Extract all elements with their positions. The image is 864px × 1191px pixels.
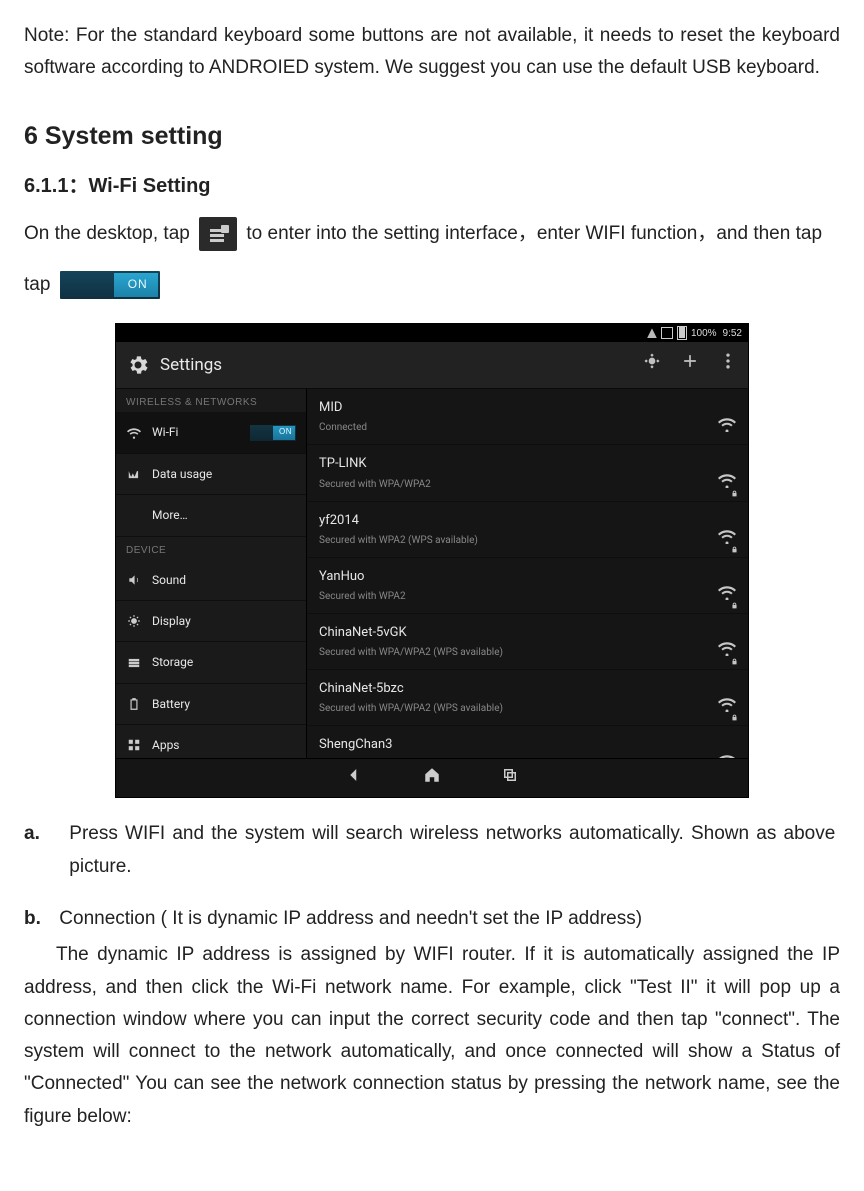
network-row[interactable]: ChinaNet-5bzcSecured with WPA/WPA2 (WPS … <box>307 670 748 726</box>
settings-content: WIRELESS & NETWORKS Wi-Fi Data usage Mor… <box>116 389 748 758</box>
label-a: a. <box>24 818 54 850</box>
sidebar: WIRELESS & NETWORKS Wi-Fi Data usage Mor… <box>116 389 307 758</box>
wifi-sidebar-toggle[interactable] <box>250 425 296 441</box>
network-row[interactable]: TP-LINKSecured with WPA/WPA2 <box>307 445 748 501</box>
fullscreen-icon <box>661 327 673 339</box>
network-row[interactable]: MIDConnected <box>307 389 748 445</box>
network-name: ChinaNet-5bzc <box>319 678 503 700</box>
wifi-signal-icon <box>718 466 736 480</box>
wifi-on-toggle-image <box>60 271 160 299</box>
wifi-icon <box>126 425 142 441</box>
sidebar-item-sound[interactable]: Sound <box>116 560 306 601</box>
settings-app-icon <box>199 217 237 251</box>
network-name: yf2014 <box>319 510 478 532</box>
network-row[interactable]: yf2014Secured with WPA2 (WPS available) <box>307 502 748 558</box>
sidebar-item-label: More… <box>152 505 188 525</box>
network-row[interactable]: ChinaNet-5vGKSecured with WPA/WPA2 (WPS … <box>307 614 748 670</box>
network-row[interactable]: ShengChan3WPS available <box>307 726 748 758</box>
back-button[interactable] <box>345 762 363 794</box>
network-row[interactable]: YanHuoSecured with WPA2 <box>307 558 748 614</box>
sidebar-item-label: Sound <box>152 570 186 590</box>
network-name: ShengChan3 <box>319 734 392 756</box>
sidebar-item-label: Wi-Fi <box>152 422 178 442</box>
label-b: b. <box>24 903 54 935</box>
tap-word: tap <box>24 274 56 295</box>
lock-badge-icon <box>731 475 738 482</box>
intro-before: On the desktop, tap <box>24 223 195 244</box>
wifi-signal-icon <box>718 690 736 704</box>
intro-mid: to enter into the setting interface，ente… <box>246 223 822 244</box>
list-item-b: b. Connection ( It is dynamic IP address… <box>24 903 840 935</box>
text-b-head: Connection ( It is dynamic IP address an… <box>59 908 642 929</box>
home-button[interactable] <box>423 762 441 794</box>
heading-6-1-1: 6.1.1：Wi-Fi Setting <box>24 169 840 203</box>
sidebar-item-storage[interactable]: Storage <box>116 642 306 683</box>
wifi-signal-icon <box>718 634 736 648</box>
recents-button[interactable] <box>501 762 519 794</box>
sidebar-header-device: DEVICE <box>116 537 306 560</box>
network-list: MIDConnectedTP-LINKSecured with WPA/WPA2… <box>307 389 748 758</box>
settings-screenshot: 100% 9:52 Settings WIRELESS & NETWORKS W… <box>115 323 749 798</box>
sidebar-item-apps[interactable]: Apps <box>116 725 306 758</box>
lock-badge-icon <box>731 643 738 650</box>
network-subtitle: Secured with WPA/WPA2 (WPS available) <box>319 644 503 661</box>
intro-tap-line: tap <box>24 269 840 301</box>
intro-paragraph: On the desktop, tap to enter into the se… <box>24 217 840 251</box>
text-b-body: The dynamic IP address is assigned by WI… <box>24 939 840 1133</box>
wifi-status-icon <box>647 328 657 338</box>
network-subtitle: Secured with WPA/WPA2 (WPS available) <box>319 700 503 717</box>
lock-badge-icon <box>731 699 738 706</box>
lock-badge-icon <box>731 587 738 594</box>
data-usage-icon <box>126 466 142 482</box>
wifi-signal-icon <box>718 578 736 592</box>
storage-icon <box>126 655 142 671</box>
clock: 9:52 <box>723 328 742 339</box>
list-item-a: a. Press WIFI and the system will search… <box>24 818 840 883</box>
sidebar-item-display[interactable]: Display <box>116 601 306 642</box>
heading-6: 6 System setting <box>24 115 840 158</box>
sound-icon <box>126 572 142 588</box>
android-nav-bar <box>116 758 748 797</box>
sidebar-item-wifi[interactable]: Wi-Fi <box>116 412 306 453</box>
display-icon <box>126 613 142 629</box>
gear-icon <box>126 353 150 377</box>
network-subtitle: Connected <box>319 419 367 436</box>
apps-icon <box>126 737 142 753</box>
lock-badge-icon <box>731 531 738 538</box>
network-subtitle: Secured with WPA2 <box>319 588 406 605</box>
title-text: Settings <box>160 351 222 380</box>
status-bar: 100% 9:52 <box>116 324 748 342</box>
sidebar-item-label: Apps <box>152 735 180 755</box>
sidebar-item-label: Display <box>152 611 191 631</box>
sidebar-item-data[interactable]: Data usage <box>116 454 306 495</box>
add-network-icon[interactable] <box>680 349 700 381</box>
network-subtitle: Secured with WPA2 (WPS available) <box>319 532 478 549</box>
overflow-menu-icon[interactable] <box>718 349 738 381</box>
network-name: YanHuo <box>319 566 406 588</box>
battery-icon <box>677 326 687 340</box>
network-subtitle: Secured with WPA/WPA2 <box>319 476 431 493</box>
wps-icon[interactable] <box>642 349 662 381</box>
sidebar-header-wireless: WIRELESS & NETWORKS <box>116 389 306 412</box>
sidebar-item-label: Storage <box>152 652 193 672</box>
note-paragraph: Note: For the standard keyboard some but… <box>24 20 840 85</box>
wifi-signal-icon <box>718 410 736 424</box>
sidebar-item-more[interactable]: More… <box>116 495 306 536</box>
text-a: Press WIFI and the system will search wi… <box>69 818 835 883</box>
sidebar-item-label: Data usage <box>152 464 212 484</box>
title-bar: Settings <box>116 342 748 389</box>
battery-icon <box>126 696 142 712</box>
wifi-signal-icon <box>718 522 736 536</box>
wifi-signal-icon <box>718 747 736 759</box>
network-name: MID <box>319 397 367 419</box>
network-name: TP-LINK <box>319 453 431 475</box>
sidebar-item-label: Battery <box>152 694 190 714</box>
battery-percent: 100% <box>691 328 717 339</box>
sidebar-item-battery[interactable]: Battery <box>116 684 306 725</box>
network-name: ChinaNet-5vGK <box>319 622 503 644</box>
